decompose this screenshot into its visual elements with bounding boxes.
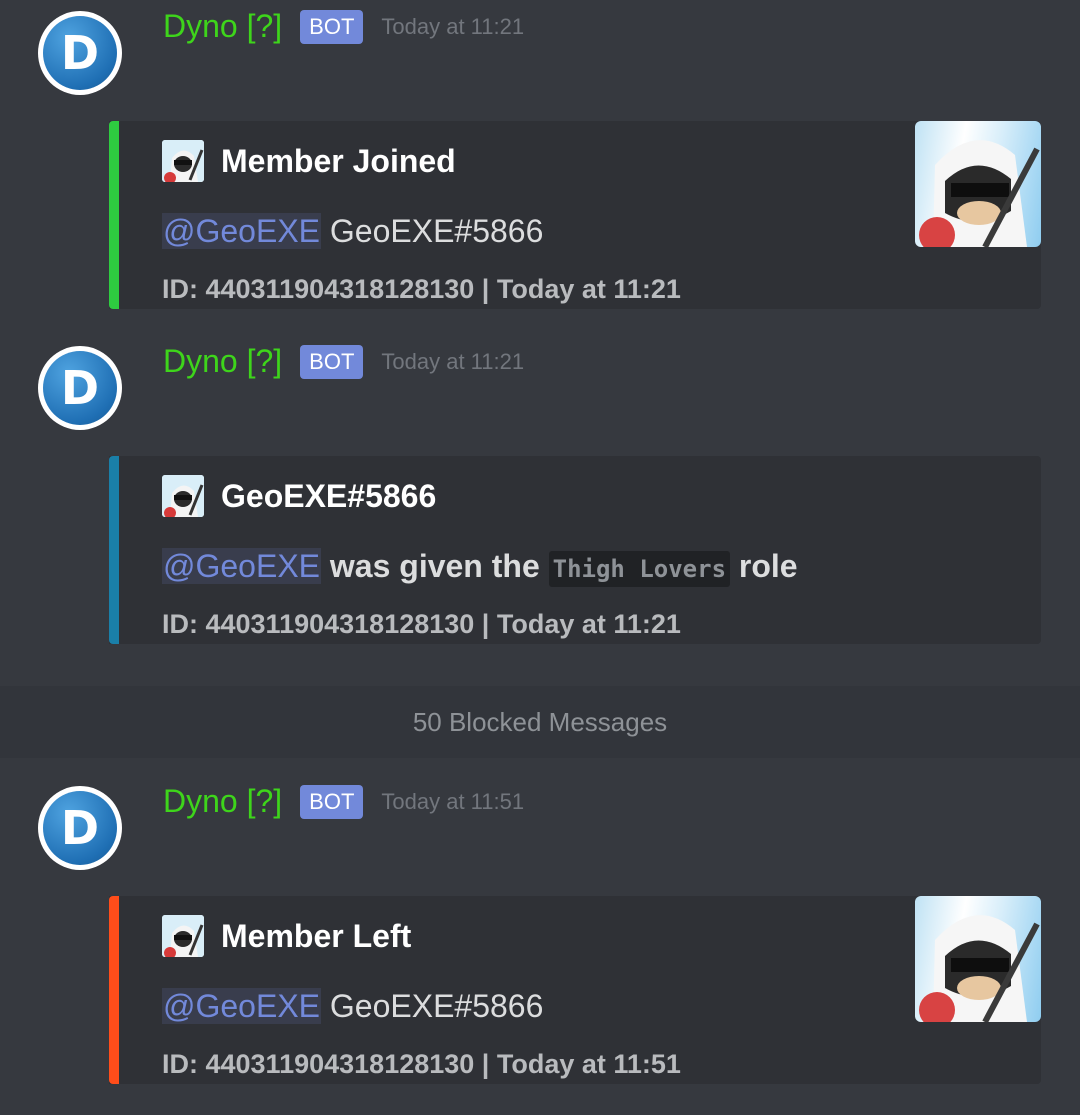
bot-tag: BOT — [300, 344, 364, 379]
username[interactable]: Dyno [?] — [163, 8, 282, 45]
timestamp[interactable]: Today at 11:21 — [381, 14, 524, 40]
timestamp[interactable]: Today at 11:21 — [381, 349, 524, 375]
username[interactable]: Dyno [?] — [163, 343, 282, 380]
bot-tag: BOT — [300, 9, 364, 44]
message-header: Dyno [?] BOT Today at 11:51 — [163, 783, 524, 820]
embed-member-joined: Member Joined @GeoEXE GeoEXE#5866 ID: 44… — [109, 121, 1041, 309]
embed-description: @GeoEXE GeoEXE#5866 — [162, 213, 543, 250]
user-mention[interactable]: @GeoEXE — [162, 213, 321, 249]
user-avatar-icon — [162, 915, 204, 957]
embed-author-name: Member Left — [221, 917, 412, 954]
message-header: Dyno [?] BOT Today at 11:21 — [163, 343, 524, 380]
dyno-avatar[interactable]: D — [38, 346, 122, 430]
embed-color-bar — [109, 896, 119, 1084]
description-text: was given the — [329, 548, 540, 584]
embed-author-name: Member Joined — [221, 142, 456, 179]
embed-color-bar — [109, 121, 119, 309]
user-mention[interactable]: @GeoEXE — [162, 988, 321, 1024]
dyno-avatar[interactable]: D — [38, 786, 122, 870]
embed-author: Member Left — [162, 915, 411, 957]
embed-footer: ID: 440311904318128130 | Today at 11:51 — [162, 1049, 681, 1079]
embed-description: @GeoEXE GeoEXE#5866 — [162, 988, 543, 1025]
blocked-messages-label[interactable]: 50 Blocked Messages — [413, 707, 667, 738]
embed-author-name: GeoEXE#5866 — [221, 477, 437, 514]
user-mention[interactable]: @GeoEXE — [162, 548, 321, 584]
embed-author: Member Joined — [162, 140, 456, 182]
embed-color-bar — [109, 456, 119, 644]
embed-description: @GeoEXE was given the Thigh Lovers role — [162, 548, 798, 587]
embed-thumbnail[interactable] — [915, 896, 1041, 1022]
blocked-messages-bar[interactable]: 50 Blocked Messages — [0, 686, 1080, 758]
embed-footer: ID: 440311904318128130 | Today at 11:21 — [162, 609, 681, 639]
role-code: Thigh Lovers — [548, 551, 731, 587]
timestamp[interactable]: Today at 11:51 — [381, 789, 524, 815]
user-avatar-icon — [162, 475, 204, 517]
user-tag: GeoEXE#5866 — [329, 213, 544, 249]
embed-footer: ID: 440311904318128130 | Today at 11:21 — [162, 274, 681, 304]
embed-member-left: Member Left @GeoEXE GeoEXE#5866 ID: 4403… — [109, 896, 1041, 1084]
user-avatar-icon — [162, 140, 204, 182]
embed-author: GeoEXE#5866 — [162, 475, 436, 517]
username[interactable]: Dyno [?] — [163, 783, 282, 820]
embed-role-given: GeoEXE#5866 @GeoEXE was given the Thigh … — [109, 456, 1041, 644]
message-header: Dyno [?] BOT Today at 11:21 — [163, 8, 524, 45]
bot-tag: BOT — [300, 784, 364, 819]
description-text-end: role — [738, 548, 798, 584]
embed-thumbnail[interactable] — [915, 121, 1041, 247]
user-tag: GeoEXE#5866 — [329, 988, 544, 1024]
dyno-avatar[interactable]: D — [38, 11, 122, 95]
